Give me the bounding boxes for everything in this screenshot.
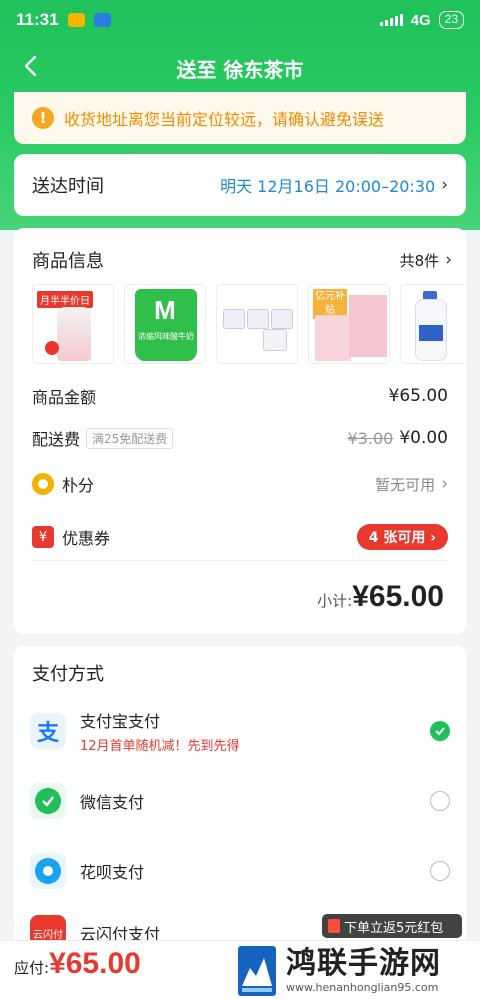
product-thumb[interactable]: M 浓缩风味酸牛奶	[124, 284, 206, 364]
points-value: 暂无可用	[375, 475, 436, 494]
coupon-row[interactable]: ¥ 优惠券 4 张可用 ›	[32, 524, 448, 550]
watermark-title: 鸿联手游网	[286, 946, 441, 981]
radio-unchecked-icon[interactable]	[430, 861, 450, 881]
product-thumb[interactable]: 亿元补贴	[308, 284, 390, 364]
red-envelope-icon	[328, 919, 340, 933]
goods-amount-value: ¥65.00	[388, 386, 448, 406]
payment-name: 微信支付	[80, 793, 145, 812]
delivery-time-value: 明天 12月16日 20:00–20:30	[220, 177, 436, 196]
goods-amount-row: 商品金额 ¥65.00	[32, 384, 448, 408]
points-label: 朴分	[62, 476, 95, 495]
nav-bar: 送至 徐东茶市	[0, 44, 480, 90]
subtotal: 小计: ¥65.00	[317, 580, 444, 614]
watermark-url: www.henanhonglian95.com	[286, 981, 439, 994]
delivery-time-label: 送达时间	[32, 176, 104, 197]
status-time: 11:31	[16, 10, 59, 29]
points-row[interactable]: 朴分 暂无可用 ›	[32, 472, 448, 496]
goods-card: 商品信息 共8件 › 月半半价日 M 浓缩风味酸牛奶 亿元补贴 商品金额 ¥65…	[14, 228, 466, 634]
amount-due-value: ¥65.00	[49, 947, 141, 980]
watermark: 鸿联手游网 www.henanhonglian95.com	[232, 941, 480, 999]
shipping-original: ¥3.00	[347, 428, 394, 448]
wechat-pay-icon	[30, 783, 66, 819]
watermark-logo-icon	[238, 945, 276, 996]
product-tag: 月半半价日	[37, 291, 93, 308]
checkout-bar: 应付: ¥65.00 鸿联手游网 www.henanhonglian95.com	[0, 940, 480, 999]
payment-option-alipay[interactable]: 支 支付宝支付 12月首单随机减！先到先得	[30, 702, 450, 760]
shipping-fee: ¥0.00	[399, 428, 448, 448]
payment-name: 花呗支付	[80, 863, 145, 882]
shipping-tag: 满25免配送费	[86, 427, 174, 449]
divider	[32, 560, 448, 561]
address-warning-banner: ! 收货地址离您当前定位较远，请确认避免误送	[14, 92, 466, 144]
subtotal-value: ¥65.00	[352, 580, 444, 613]
amount-due-label: 应付:	[14, 959, 50, 977]
product-thumb[interactable]	[400, 284, 466, 364]
app-notification-icon	[93, 13, 111, 27]
coupon-available-badge[interactable]: 4 张可用 ›	[356, 524, 448, 550]
promo-text: 下单立返5元红包	[344, 920, 444, 936]
network-type: 4G	[410, 11, 431, 29]
coupon-label: 优惠券	[62, 529, 111, 548]
payment-option-huabei[interactable]: 花呗支付	[30, 842, 450, 900]
coupon-icon: ¥	[32, 526, 54, 548]
alipay-icon: 支	[30, 713, 66, 749]
battery-icon: 23	[438, 11, 464, 29]
goods-count: 共8件	[399, 251, 440, 270]
warning-text: 收货地址离您当前定位较远，请确认避免误送	[64, 110, 385, 129]
payment-promo: 12月首单随机减！先到先得	[80, 739, 240, 754]
notification-icon	[67, 13, 85, 27]
cashback-promo-tag[interactable]: 下单立返5元红包	[322, 914, 462, 938]
radio-checked-icon[interactable]	[430, 721, 450, 741]
goods-header[interactable]: 商品信息 共8件 ›	[32, 248, 452, 272]
signal-icon	[379, 14, 403, 26]
payment-option-wechat[interactable]: 微信支付	[30, 772, 450, 830]
page-title: 送至 徐东茶市	[176, 58, 304, 82]
payment-title: 支付方式	[32, 664, 104, 685]
warning-icon: !	[32, 107, 54, 129]
payment-name: 支付宝支付	[80, 712, 161, 731]
status-bar: 11:31 4G 23	[0, 0, 480, 40]
amount-due: 应付: ¥65.00	[14, 947, 141, 981]
shipping-label: 配送费	[32, 430, 81, 449]
chevron-right-icon: ›	[441, 175, 448, 195]
product-tag: 浓缩风味酸牛奶	[138, 332, 194, 341]
goods-amount-label: 商品金额	[32, 388, 97, 407]
goods-title: 商品信息	[32, 251, 104, 272]
product-thumb[interactable]: 月半半价日	[32, 284, 114, 364]
delivery-time-row[interactable]: 送达时间 明天 12月16日 20:00–20:30 ›	[14, 154, 466, 216]
shipping-row: 配送费 满25免配送费 ¥3.00 ¥0.00	[32, 426, 448, 450]
payment-card: 支付方式 支 支付宝支付 12月首单随机减！先到先得 微信支付 花呗支付 云闪付…	[14, 646, 466, 951]
chevron-right-icon: ›	[445, 250, 452, 270]
radio-unchecked-icon[interactable]	[430, 791, 450, 811]
huabei-icon	[30, 853, 66, 889]
subtotal-label: 小计:	[317, 592, 353, 610]
product-thumbnails[interactable]: 月半半价日 M 浓缩风味酸牛奶 亿元补贴	[32, 284, 466, 364]
points-icon	[32, 473, 54, 495]
chevron-right-icon: ›	[441, 474, 448, 494]
product-thumb[interactable]	[216, 284, 298, 364]
